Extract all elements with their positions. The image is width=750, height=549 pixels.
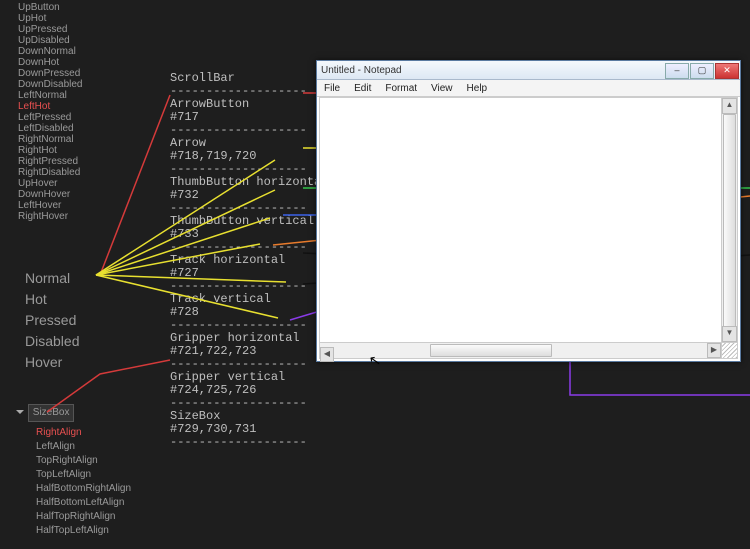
tree-item[interactable]: DownNormal xyxy=(18,46,82,57)
sizebox-item[interactable]: TopLeftAlign xyxy=(36,468,131,482)
tree-item[interactable]: DownHover xyxy=(18,189,82,200)
sizebox-item[interactable]: HalfTopLeftAlign xyxy=(36,524,131,538)
state-item: Normal xyxy=(25,268,79,289)
sizebox-item[interactable]: HalfBottomLeftAlign xyxy=(36,496,131,510)
menu-item[interactable]: Help xyxy=(460,83,495,94)
scroll-thumb-vertical[interactable] xyxy=(723,114,736,328)
tree-item[interactable]: UpDisabled xyxy=(18,35,82,46)
sizebox-item[interactable]: RightAlign xyxy=(36,426,131,440)
tree-item[interactable]: UpHot xyxy=(18,13,82,24)
menu-item[interactable]: Format xyxy=(378,83,424,94)
tree-item[interactable]: RightHot xyxy=(18,145,82,156)
menu-item[interactable]: View xyxy=(424,83,460,94)
sizebox-item[interactable]: LeftAlign xyxy=(36,440,131,454)
tree-item[interactable]: UpButton xyxy=(18,2,82,13)
state-tree: UpButtonUpHotUpPressedUpDisabledDownNorm… xyxy=(18,2,82,222)
close-button[interactable]: ✕ xyxy=(715,63,739,79)
state-item: Pressed xyxy=(25,310,79,331)
sizebox-item[interactable]: TopRightAlign xyxy=(36,454,131,468)
state-item: Disabled xyxy=(25,331,79,352)
expand-icon xyxy=(16,410,24,414)
tree-item[interactable]: LeftPressed xyxy=(18,112,82,123)
tree-item[interactable]: RightDisabled xyxy=(18,167,82,178)
tree-item[interactable]: DownHot xyxy=(18,57,82,68)
state-item: Hover xyxy=(25,352,79,373)
sizebox-item[interactable]: HalfTopRightAlign xyxy=(36,510,131,524)
minimize-button[interactable]: – xyxy=(665,63,689,79)
tree-item[interactable]: DownPressed xyxy=(18,68,82,79)
scroll-up-icon[interactable]: ▲ xyxy=(722,98,737,114)
tree-item[interactable]: LeftDisabled xyxy=(18,123,82,134)
tree-item[interactable]: RightHover xyxy=(18,211,82,222)
menu-bar[interactable]: FileEditFormatViewHelp xyxy=(317,80,740,97)
tree-item[interactable]: UpPressed xyxy=(18,24,82,35)
state-item: Hot xyxy=(25,289,79,310)
maximize-button[interactable]: ▢ xyxy=(690,63,714,79)
tree-item[interactable]: UpHover xyxy=(18,178,82,189)
tree-item[interactable]: LeftNormal xyxy=(18,90,82,101)
menu-item[interactable]: Edit xyxy=(347,83,378,94)
tree-item[interactable]: LeftHot xyxy=(18,101,82,112)
tree-item[interactable]: DownDisabled xyxy=(18,79,82,90)
tree-item[interactable]: RightPressed xyxy=(18,156,82,167)
sizebox-header: SizeBox xyxy=(28,404,75,422)
notepad-window: Untitled - Notepad – ▢ ✕ FileEditFormatV… xyxy=(316,60,741,362)
spec-list: ScrollBar ------------------- ArrowButto… xyxy=(170,72,328,449)
menu-item[interactable]: File xyxy=(317,83,347,94)
scroll-right-icon[interactable]: ▶ xyxy=(707,343,721,358)
size-grip[interactable] xyxy=(721,342,738,359)
text-area[interactable] xyxy=(319,97,722,343)
vertical-scrollbar[interactable]: ▲ ▼ xyxy=(721,97,738,343)
tree-item[interactable]: RightNormal xyxy=(18,134,82,145)
window-title: Untitled - Notepad xyxy=(321,65,665,76)
sizebox-tree: SizeBox RightAlignLeftAlignTopRightAlign… xyxy=(18,404,131,538)
scroll-thumb-horizontal[interactable] xyxy=(430,344,552,357)
tree-item[interactable]: LeftHover xyxy=(18,200,82,211)
state-list: NormalHotPressedDisabledHover xyxy=(25,268,79,373)
titlebar[interactable]: Untitled - Notepad – ▢ ✕ xyxy=(317,61,740,80)
scroll-left-icon[interactable]: ◀ xyxy=(320,347,334,362)
sizebox-item[interactable]: HalfBottomRightAlign xyxy=(36,482,131,496)
scroll-down-icon[interactable]: ▼ xyxy=(722,326,737,342)
